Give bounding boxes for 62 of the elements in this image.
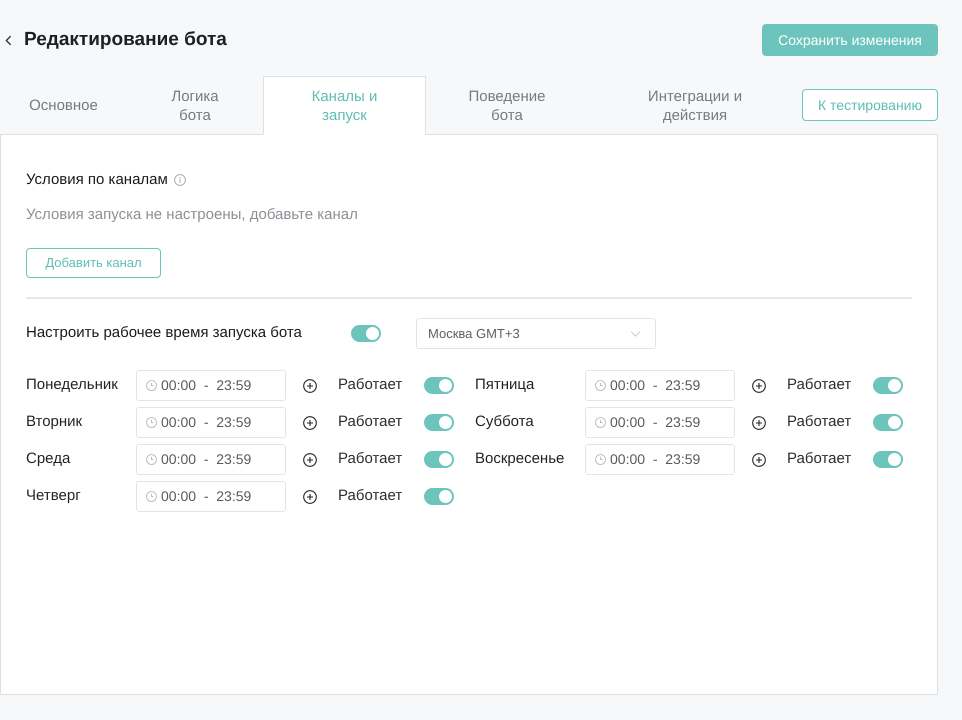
tab[interactable]: Поведение бота xyxy=(426,76,588,135)
plus-circle-icon xyxy=(303,378,317,392)
add-interval-button[interactable] xyxy=(752,452,766,466)
clock-icon xyxy=(146,454,157,465)
day-label: Суббота xyxy=(475,412,535,432)
clock-icon xyxy=(146,491,157,502)
plus-circle-icon xyxy=(303,490,317,504)
tab[interactable]: Интеграции и действия xyxy=(588,76,802,135)
info-icon xyxy=(174,174,186,186)
status-label: Работает xyxy=(338,412,404,432)
clock-icon xyxy=(595,417,606,428)
time-range-field[interactable]: 00:00 - 23:59 xyxy=(585,444,735,475)
chevron-down-icon xyxy=(630,330,641,336)
toggle-switch[interactable] xyxy=(873,414,903,431)
day-label: Понедельник xyxy=(26,375,119,396)
time-range-field[interactable]: 00:00 - 23:59 xyxy=(136,444,286,475)
work-time-label: Настроить рабочее время запуска бота xyxy=(26,323,303,344)
plus-circle-icon xyxy=(752,452,766,466)
toggle-switch[interactable] xyxy=(873,451,903,468)
status-label: Работает xyxy=(787,449,852,470)
day-label: Среда xyxy=(26,449,72,470)
day-label: Четверг xyxy=(26,486,82,506)
plus-circle-icon xyxy=(752,416,766,430)
day-label: Пятница xyxy=(475,375,536,396)
clock-icon xyxy=(595,380,606,391)
chevron-left-icon xyxy=(4,34,12,46)
toggle-switch[interactable] xyxy=(424,488,454,505)
toggle-switch[interactable] xyxy=(424,451,454,468)
time-range-field[interactable]: 00:00 - 23:59 xyxy=(585,370,735,401)
time-range-field[interactable]: 00:00 - 23:59 xyxy=(136,481,286,512)
status-label: Работает xyxy=(787,412,852,432)
plus-circle-icon xyxy=(303,416,317,430)
status-label: Работает xyxy=(338,375,404,396)
status-label: Работает xyxy=(338,449,404,470)
add-interval-button[interactable] xyxy=(303,490,317,504)
toggle-switch[interactable] xyxy=(873,377,903,394)
add-interval-button[interactable] xyxy=(752,378,766,392)
toggle-switch[interactable] xyxy=(424,414,454,431)
add-interval-button[interactable] xyxy=(303,416,317,430)
day-label: Вторник xyxy=(26,412,84,432)
add-interval-button[interactable] xyxy=(752,416,766,430)
plus-circle-icon xyxy=(303,452,317,466)
empty-state-text: Условия запуска не настроены, добавьте канал xyxy=(26,205,359,225)
page-title: Редактирование бота xyxy=(24,28,227,52)
add-interval-button[interactable] xyxy=(303,452,317,466)
add-interval-button[interactable] xyxy=(303,378,317,392)
time-range-field[interactable]: 00:00 - 23:59 xyxy=(136,370,286,401)
clock-icon xyxy=(146,380,157,391)
tab[interactable]: Основное xyxy=(0,76,127,135)
toggle-switch[interactable] xyxy=(351,325,381,342)
toggle-switch[interactable] xyxy=(424,377,454,394)
plus-circle-icon xyxy=(752,378,766,392)
status-label: Работает xyxy=(787,375,852,396)
timezone-dropdown[interactable]: Москва GMT+3 xyxy=(416,318,656,349)
tab[interactable]: Логика бота xyxy=(127,76,263,135)
clock-icon xyxy=(146,417,157,428)
time-range-field[interactable]: 00:00 - 23:59 xyxy=(585,407,735,438)
time-range-field[interactable]: 00:00 - 23:59 xyxy=(136,407,286,438)
day-label: Воскресенье xyxy=(475,449,566,470)
status-label: Работает xyxy=(338,486,404,506)
clock-icon xyxy=(595,454,606,465)
section-title: Условия по каналам xyxy=(26,170,168,190)
